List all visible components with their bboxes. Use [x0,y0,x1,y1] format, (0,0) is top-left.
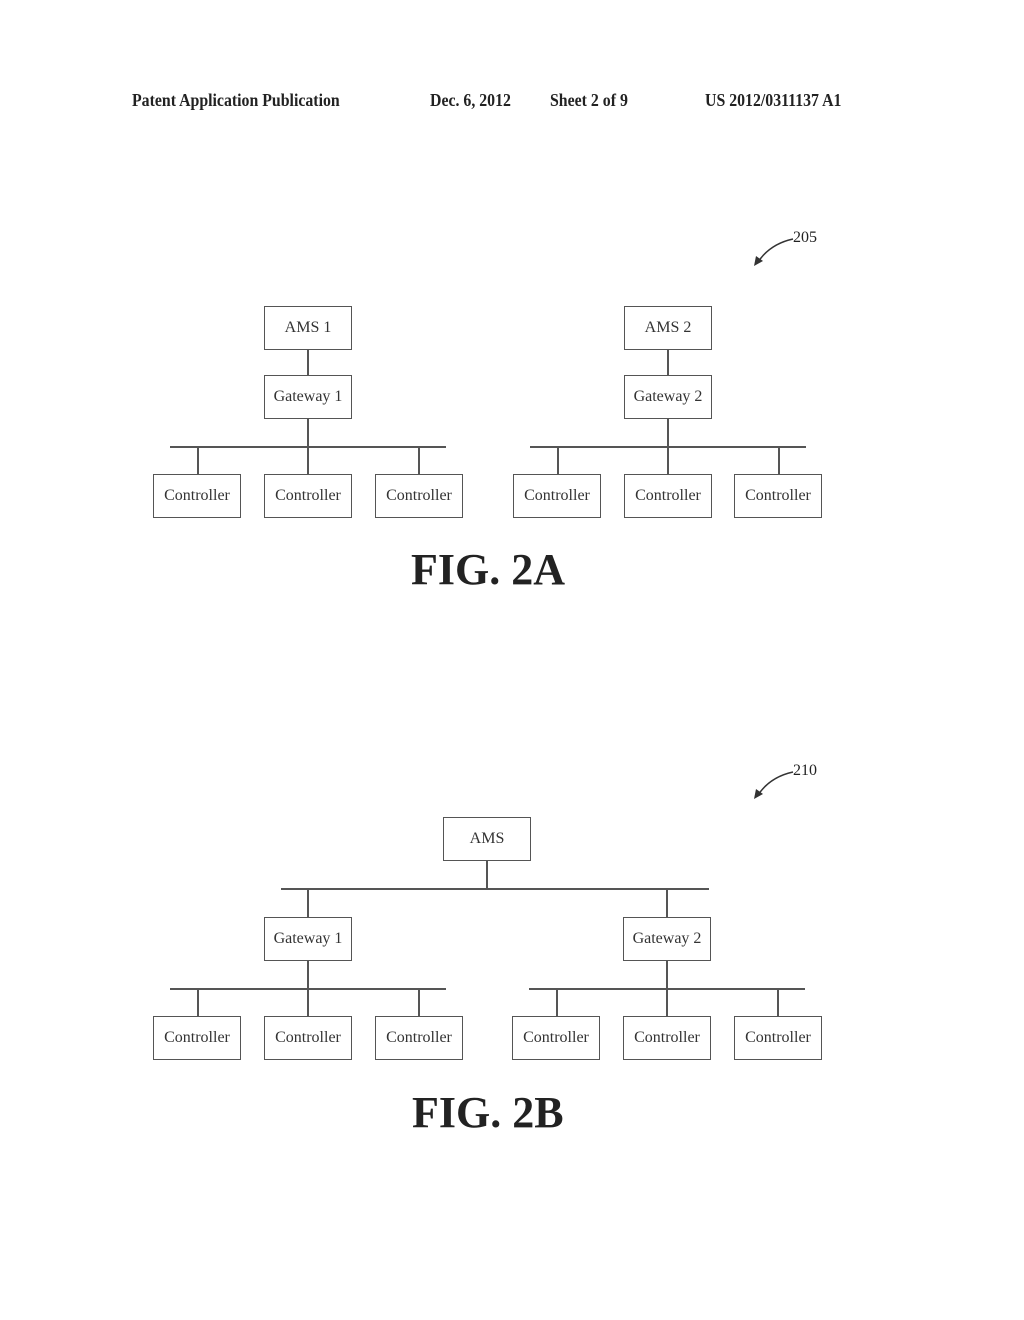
connector [197,988,199,1017]
connector [778,446,780,475]
connector [307,888,309,917]
bus-line [170,446,446,448]
ams1-box: AMS 1 [264,306,352,350]
controller-box: Controller [512,1016,600,1060]
bus-line [281,888,709,890]
gateway2-box: Gateway 2 [624,375,712,419]
controller-box: Controller [623,1016,711,1060]
controller-box: Controller [513,474,601,518]
controller-box: Controller [624,474,712,518]
sheet-number: Sheet 2 of 9 [550,90,628,110]
connector [556,988,558,1017]
connector [667,350,669,375]
connector [777,988,779,1017]
gateway1-box: Gateway 1 [264,917,352,961]
connector [307,350,309,375]
controller-box: Controller [375,1016,463,1060]
controller-box: Controller [734,1016,822,1060]
bus-line [530,446,806,448]
figure-caption-2b: FIG. 2B [412,1088,564,1137]
controller-box: Controller [375,474,463,518]
connector [197,446,199,475]
publication-label: Patent Application Publication [132,90,340,110]
ams2-box: AMS 2 [624,306,712,350]
controller-box: Controller [153,474,241,518]
publication-date: Dec. 6, 2012 [430,90,511,110]
ref-205: 205 [793,229,817,246]
connector [486,861,488,889]
ref-arrow-icon [754,771,794,799]
controller-box: Controller [264,1016,352,1060]
controller-box: Controller [153,1016,241,1060]
ref-arrow-icon [754,238,794,266]
connector [666,888,668,917]
controller-box: Controller [264,474,352,518]
gateway2-box: Gateway 2 [623,917,711,961]
ref-210: 210 [793,762,817,779]
figure-caption-2a: FIG. 2A [411,545,565,594]
connector [418,446,420,475]
ams-box: AMS [443,817,531,861]
bus-line [529,988,805,990]
patent-number: US 2012/0311137 A1 [705,90,842,110]
gateway1-box: Gateway 1 [264,375,352,419]
controller-box: Controller [734,474,822,518]
connector [557,446,559,475]
bus-line [170,988,446,990]
connector [418,988,420,1017]
